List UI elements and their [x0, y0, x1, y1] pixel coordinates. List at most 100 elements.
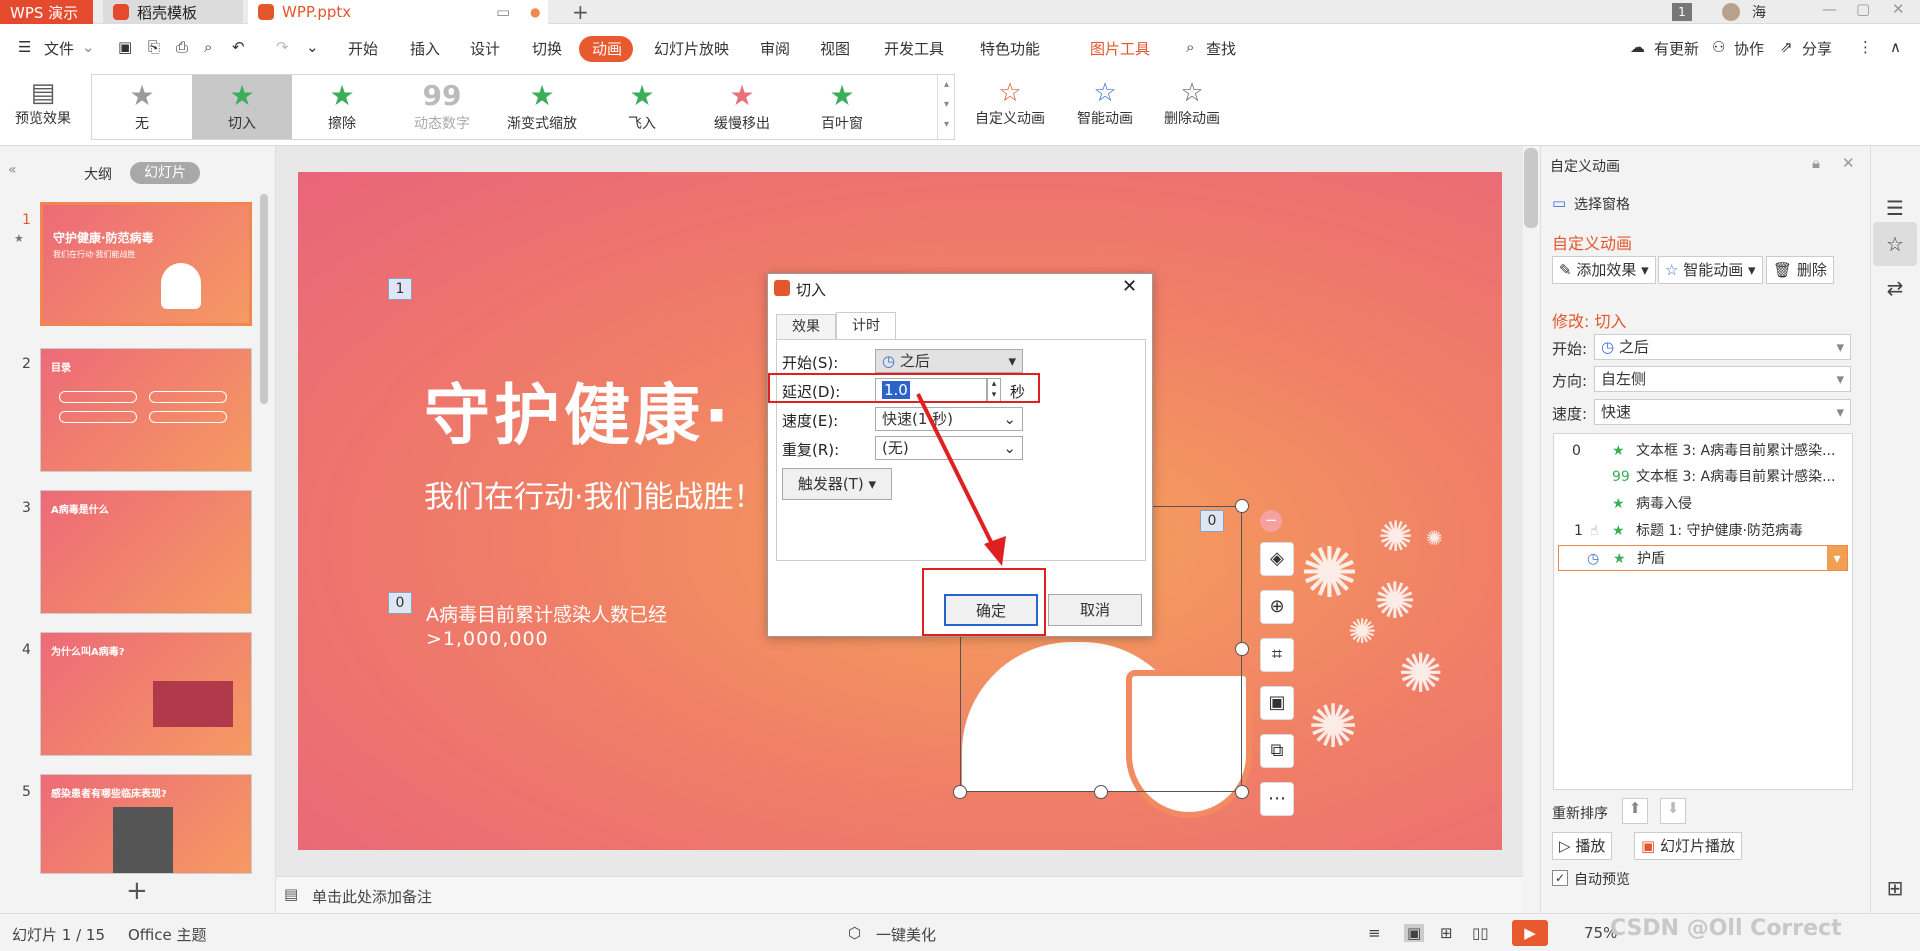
slide-thumb-3[interactable]: A病毒是什么 [40, 490, 252, 614]
zoom-in-icon[interactable]: ⊕ [1260, 590, 1294, 624]
lock-icon[interactable]: 🔒︎ [1812, 154, 1820, 172]
menu-slideshow[interactable]: 幻灯片放映 [654, 38, 729, 59]
chevron-down-icon[interactable]: ⌄ [82, 38, 95, 56]
slide-thumb-2[interactable]: 目录 [40, 348, 252, 472]
avatar[interactable] [1722, 3, 1740, 21]
select-pane-link[interactable]: 选择窗格 [1574, 194, 1630, 214]
canvas-scrollbar[interactable] [1524, 148, 1538, 228]
effect-cut-in[interactable]: ★ 切入 [192, 75, 292, 139]
collapse-panel-icon[interactable]: « [8, 162, 17, 178]
outline-tab[interactable]: 大纲 [84, 164, 112, 184]
menu-review[interactable]: 审阅 [760, 38, 790, 59]
menu-animation[interactable]: 动画 [592, 38, 622, 59]
maximize-icon[interactable]: ▢ [1856, 0, 1870, 18]
auto-preview-checkbox[interactable]: ✓ [1552, 870, 1568, 886]
menu-view[interactable]: 视图 [820, 38, 850, 59]
undo-icon[interactable]: ↶ [232, 38, 245, 56]
panel-scrollbar[interactable] [260, 194, 268, 404]
normal-view-icon[interactable]: ▣ [1404, 924, 1425, 942]
replace-picture-icon[interactable]: ⧉ [1260, 734, 1294, 768]
custom-animation-button[interactable]: ☆ 自定义动画 [972, 78, 1048, 128]
resize-handle[interactable] [1235, 785, 1249, 799]
close-icon[interactable]: ✕ [1892, 0, 1905, 18]
list-item[interactable]: ★ 病毒入侵 [1554, 491, 1852, 517]
preview-effect-button[interactable]: ▤ 预览效果 [10, 78, 76, 128]
notes-area[interactable]: ▤ 单击此处添加备注 [276, 876, 1523, 913]
rotate-handle-icon[interactable]: − [1260, 510, 1282, 532]
effect-none[interactable]: ★ 无 [92, 75, 192, 139]
info-line-1[interactable]: A病毒目前累计感染人数已经 [426, 600, 667, 627]
more-options-icon[interactable]: ⋯ [1260, 782, 1294, 816]
list-item[interactable]: 99 文本框 3: A病毒目前累计感染... [1554, 464, 1852, 490]
delete-animation-button[interactable]: ☆ 删除动画 [1160, 78, 1224, 128]
start-select[interactable]: ◷ 之后 ▾ [1594, 334, 1851, 360]
menu-transition[interactable]: 切换 [532, 38, 562, 59]
add-effect-button[interactable]: ✎ 添加效果 ▾ [1552, 256, 1656, 284]
new-tab-icon[interactable]: + [572, 0, 589, 24]
redo-icon[interactable]: ↷ [276, 38, 289, 56]
move-up-icon[interactable]: ⬆ [1622, 798, 1648, 824]
monitor-icon[interactable]: ▭ [496, 3, 510, 21]
list-item-selected[interactable]: ◷ ★ 护盾 ▾ [1558, 545, 1848, 571]
menu-design[interactable]: 设计 [470, 38, 500, 59]
collapse-ribbon-icon[interactable]: ∧ [1890, 38, 1901, 56]
tab-timing[interactable]: 计时 [836, 312, 896, 340]
more-icon[interactable]: ⋮ [1858, 38, 1873, 56]
animation-star-icon[interactable]: ☆ [1873, 222, 1917, 266]
hamburger-icon[interactable]: ☰ [18, 38, 31, 56]
add-slide-icon[interactable]: + [126, 876, 148, 906]
collab-link[interactable]: 协作 [1734, 38, 1764, 59]
export-icon[interactable]: ⎘ [148, 38, 160, 56]
minimize-icon[interactable]: — [1822, 0, 1837, 18]
save-icon[interactable]: ▣ [118, 38, 132, 56]
speed-select[interactable]: 快速 ▾ [1594, 399, 1851, 425]
effect-fly-in[interactable]: ★ 飞入 [592, 75, 692, 139]
slide-thumb-1[interactable]: 守护健康·防范病毒 我们在行动·我们能战胜 [40, 202, 252, 326]
resize-handle[interactable] [953, 785, 967, 799]
menu-insert[interactable]: 插入 [410, 38, 440, 59]
cancel-button[interactable]: 取消 [1048, 594, 1142, 626]
crop-icon[interactable]: ⌗ [1260, 638, 1294, 672]
effect-dynamic-number[interactable]: 99 动态数字 [392, 75, 492, 139]
list-item[interactable]: 0 ★ 文本框 3: A病毒目前累计感染... [1554, 438, 1852, 464]
move-down-icon[interactable]: ⬇ [1660, 798, 1686, 824]
customize-icon[interactable]: ⌄ [306, 38, 319, 56]
start-select[interactable]: ◷ 之后 ▾ [875, 349, 1023, 373]
effect-blinds[interactable]: ★ 百叶窗 [792, 75, 892, 139]
print-icon[interactable]: ⎙ [176, 38, 188, 56]
direction-select[interactable]: 自左侧 ▾ [1594, 366, 1851, 392]
switch-icon[interactable]: ⇄ [1873, 266, 1917, 310]
tab-wps[interactable]: WPS 演示 [0, 0, 93, 24]
tab-templates[interactable]: 稻壳模板 [103, 0, 243, 24]
smart-animation-button[interactable]: ☆ 智能动画 [1068, 78, 1142, 128]
layers-icon[interactable]: ◈ [1260, 542, 1294, 576]
menu-home[interactable]: 开始 [348, 38, 378, 59]
delete-button[interactable]: 🗑︎ 删除 [1766, 256, 1834, 284]
notes-toggle-icon[interactable]: ≡ [1368, 924, 1381, 942]
dropdown-icon[interactable]: ▾ [1827, 546, 1847, 570]
play-button[interactable]: ▷ 播放 [1552, 832, 1613, 860]
share-link[interactable]: 分享 [1802, 38, 1832, 59]
gallery-scroll[interactable]: ▴ ▾ ▾ [937, 75, 955, 139]
theme-name[interactable]: Office 主题 [128, 924, 207, 945]
menu-picture-tools[interactable]: 图片工具 [1090, 38, 1150, 59]
smart-anim-button[interactable]: ☆ 智能动画 ▾ [1658, 256, 1763, 284]
grid-icon[interactable]: ⊞ [1873, 866, 1917, 910]
menu-file[interactable]: 文件 [44, 38, 74, 59]
update-link[interactable]: 有更新 [1654, 38, 1699, 59]
picture-edit-icon[interactable]: ▣ [1260, 686, 1294, 720]
reading-view-icon[interactable]: ▯▯ [1472, 924, 1489, 942]
slide-subtitle[interactable]: 我们在行动·我们能战胜！ [424, 472, 764, 516]
slide-title[interactable]: 守护健康· [424, 362, 733, 458]
list-item[interactable]: 1 ☝ ★ 标题 1: 守护健康·防范病毒 [1554, 518, 1852, 544]
resize-handle[interactable] [1094, 785, 1108, 799]
slide-thumb-4[interactable]: 为什么叫A病毒? [40, 632, 252, 756]
resize-handle[interactable] [1235, 642, 1249, 656]
beautify-button[interactable]: 一键美化 [876, 924, 936, 945]
effect-wipe[interactable]: ★ 擦除 [292, 75, 392, 139]
menu-features[interactable]: 特色功能 [980, 38, 1040, 59]
info-line-2[interactable]: >1,000,000 [426, 628, 549, 650]
slides-tab[interactable]: 幻灯片 [130, 162, 200, 184]
sorter-view-icon[interactable]: ⊞ [1440, 924, 1453, 942]
print-preview-icon[interactable]: ⌕ [204, 38, 212, 56]
